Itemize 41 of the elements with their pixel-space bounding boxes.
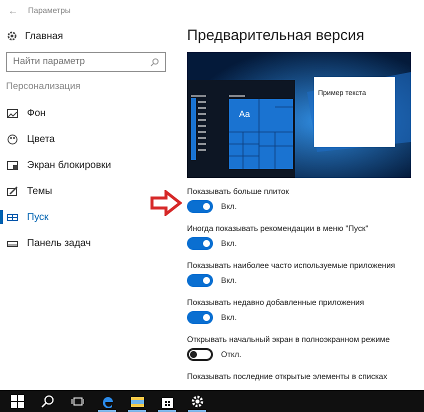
folder-icon (130, 394, 144, 408)
search-field[interactable]: Найти параметр (6, 52, 166, 72)
section-heading: Предварительная версия (187, 26, 366, 46)
gear-icon (7, 31, 17, 41)
toggle-switch[interactable] (187, 200, 213, 213)
palette-icon (7, 134, 18, 145)
image-icon (7, 108, 18, 119)
browser-icon (100, 394, 114, 408)
sidebar-item[interactable]: Фон (0, 100, 50, 126)
toggle-switch[interactable] (187, 274, 213, 287)
setting-label: Показывать недавно добавленные приложения (187, 298, 364, 308)
toggle-state: Вкл. (221, 238, 237, 250)
setting-label: Открывать начальный экран в полноэкранном режиме (187, 335, 390, 345)
setting-label: Показывать больше плиток (187, 187, 289, 197)
sidebar-item[interactable]: Панель задач (0, 230, 95, 256)
search-icon (150, 58, 159, 66)
task-view-icon (70, 394, 84, 408)
toggle-switch[interactable] (187, 311, 213, 324)
windows-logo-icon (10, 394, 24, 408)
setting-label: Показывать последние открытые элементы в списках (187, 372, 388, 382)
home-link[interactable]: Главная (25, 28, 64, 44)
sidebar-item[interactable]: Пуск (0, 204, 52, 230)
tile-label: Aa (239, 108, 250, 121)
sidebar-item[interactable]: Экран блокировки (0, 152, 116, 178)
toggle-state: Откл. (221, 348, 242, 360)
window-title: Параметры (28, 5, 71, 17)
lock-screen-icon (7, 160, 18, 171)
search-icon (40, 394, 54, 408)
toggle-switch[interactable] (187, 348, 213, 361)
start-menu-icon (7, 212, 18, 223)
gear-icon (190, 394, 204, 408)
section-label: Персонализация (5, 80, 82, 94)
sidebar-item[interactable]: Цвета (0, 126, 59, 152)
toggle-state: Вкл. (221, 200, 237, 212)
setting-label: Иногда показывать рекомендации в меню "Пуск" (187, 224, 368, 234)
brush-icon (7, 186, 18, 197)
toggle-state: Вкл. (221, 274, 237, 286)
toggle-state: Вкл. (221, 312, 237, 324)
setting-label: Показывать наиболее часто используемые приложения (187, 261, 396, 271)
toggle-switch[interactable] (187, 237, 213, 250)
sidebar-item[interactable]: Темы (0, 178, 56, 204)
